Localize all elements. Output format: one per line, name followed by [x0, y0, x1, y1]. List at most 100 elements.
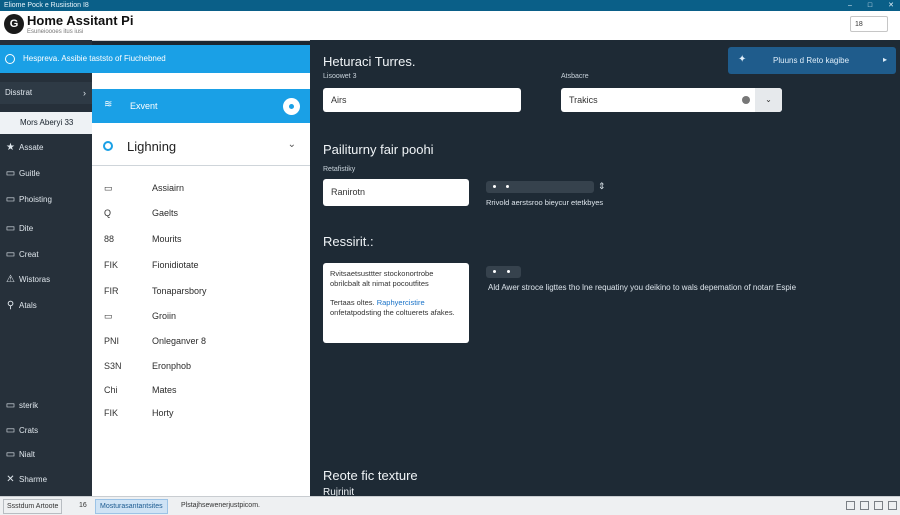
sidebar-item-assate[interactable]: ★ Assate: [0, 137, 92, 159]
window-icon[interactable]: [874, 501, 883, 510]
lighting-label: Lighning: [127, 139, 177, 154]
list-item[interactable]: FIK Horty: [104, 403, 304, 423]
box-icon: ▭: [5, 449, 16, 460]
lighting-dropdown[interactable]: Lighning ⌄: [92, 129, 310, 166]
status-item[interactable]: Ssstdum Artoote: [3, 499, 63, 514]
list-item-label: Groiin: [152, 311, 177, 321]
device-icon: FIK: [104, 408, 119, 418]
chevron-down-icon[interactable]: ⌄: [755, 88, 782, 112]
list-item-label: Mourits: [152, 234, 182, 244]
box-icon: ▭: [5, 223, 16, 234]
section-title: Pailiturny fair poohi: [323, 142, 434, 157]
list-item[interactable]: S3N Eronphob: [104, 356, 304, 376]
device-list-panel: ≋ Exvent Lighning ⌄ ▭ Assiairn Q Gaelts 88…: [92, 73, 310, 496]
action-button[interactable]: ✦ Pluuns d Reto kagibe ▸: [728, 47, 896, 74]
sidebar-item-atals[interactable]: ⚲ Atals: [0, 295, 92, 317]
sidebar-item-sharme[interactable]: ✕ Sharme: [0, 469, 92, 491]
sidebar-item-crats[interactable]: ▭ Crats: [0, 420, 92, 442]
toggle-dot: [507, 270, 510, 273]
radio-toggle-button[interactable]: [283, 98, 300, 115]
sidebar-district-label: Disstrat: [5, 88, 33, 97]
header-select[interactable]: 18: [850, 16, 888, 32]
toggle-pill[interactable]: [486, 266, 521, 278]
circle-icon: [103, 141, 113, 151]
sidebar-item-sterik[interactable]: ▭ sterik: [0, 395, 92, 417]
sidebar-item-creat[interactable]: ▭ Creat: [0, 244, 92, 266]
sidebar-item-guitle[interactable]: ▭ Guitle: [0, 163, 92, 185]
card-text: Tertaas oltes.: [330, 298, 375, 307]
list-item[interactable]: 88 Mourits: [104, 229, 304, 249]
list-item[interactable]: ▭ Groiin: [104, 306, 304, 326]
maximize-icon[interactable]: □: [868, 0, 872, 11]
list-item-label: Onleganver 8: [152, 336, 207, 346]
list-item[interactable]: PNI Onleganver 8: [104, 331, 304, 351]
sidebar-selected-label: Mors Aberyi 33: [20, 118, 74, 127]
star-icon: ★: [6, 142, 15, 153]
device-icon: ▭: [104, 311, 113, 321]
list-item-label: Mates: [152, 385, 177, 395]
box-icon: ▭: [5, 400, 16, 411]
sidebar-item-dite[interactable]: ▭ Dite: [0, 218, 92, 240]
list-item[interactable]: ▭ Assiairn: [104, 178, 304, 198]
sidebar-item-label: Crats: [19, 426, 39, 435]
select-trakics[interactable]: Trakics ⌄: [561, 88, 782, 112]
section-title: Ressirit.:: [323, 234, 374, 249]
status-bar: Ssstdum Artoote 16 Mosturasantantsites P…: [0, 496, 900, 515]
grid-icon: 88: [104, 234, 115, 244]
sidebar-district-toggle[interactable]: Disstrat ›: [0, 82, 92, 104]
sidebar-item-label: Assate: [19, 143, 44, 152]
sidebar-item-label: Creat: [19, 250, 39, 259]
list-item-label: Fionidiotate: [152, 260, 199, 270]
wifi-icon: ≋: [104, 99, 113, 110]
info-icon: [5, 54, 15, 64]
sidebar-item-label: Nialt: [19, 450, 36, 459]
grid-icon[interactable]: [846, 501, 855, 510]
status-tab-active[interactable]: Mosturasantantsites: [95, 499, 168, 514]
notification-banner[interactable]: Hespreva. Assibie taststo of Fiuchebned: [0, 45, 310, 73]
field-caption: Atsbacre: [561, 73, 589, 80]
expand-icon[interactable]: [888, 501, 897, 510]
slider-dot: [506, 185, 509, 188]
status-count: 16: [79, 502, 87, 509]
device-icon: Chi: [104, 385, 118, 395]
card-link[interactable]: Raphyercistire: [377, 298, 425, 307]
sidebar-item-label: Atals: [19, 301, 37, 310]
box-icon: ▭: [5, 194, 16, 205]
search-icon: Q: [104, 208, 112, 218]
device-icon: ▭: [104, 183, 113, 193]
list-item[interactable]: Q Gaelts: [104, 203, 304, 223]
list-item[interactable]: FIR Tonaparsbory: [104, 281, 304, 301]
window-icon[interactable]: [860, 501, 869, 510]
sidebar-item-selected[interactable]: Mors Aberyi 33: [0, 112, 92, 134]
list-item[interactable]: FIK Fionidiotate: [104, 255, 304, 275]
text-input-ranirotn[interactable]: Ranirotn: [323, 179, 469, 206]
card-text-block: Tertaas oltes. Raphyercistire onfetatpod…: [330, 298, 462, 318]
main-content: Heturaci Turres. ✦ Pluuns d Reto kagibe …: [310, 40, 900, 496]
arrow-icon: ▸: [882, 55, 887, 64]
device-icon: FIR: [104, 286, 119, 296]
toggle-dot: [493, 270, 496, 273]
sidebar: Disstrat › Mors Aberyi 33 ★ Assate ▭ Guitl…: [0, 40, 310, 496]
info-card: Rvitsaetsusttter stockonortrobe obrilcba…: [323, 263, 469, 343]
list-item-label: Tonaparsbory: [152, 286, 207, 296]
slider-track[interactable]: [486, 181, 594, 193]
minimize-icon[interactable]: –: [848, 0, 852, 11]
sidebar-item-label: Sharme: [19, 475, 48, 484]
section-title: Heturaci Turres.: [323, 54, 416, 69]
list-item-label: Eronphob: [152, 361, 192, 371]
window-title-bar: Eliome Pock e Rusiistion I8 – □ ✕: [0, 0, 900, 11]
sort-arrows-icon[interactable]: ⇕: [598, 181, 606, 192]
chevron-right-icon: ›: [83, 88, 86, 98]
list-item-label: Horty: [152, 408, 174, 418]
sidebar-item-label: Dite: [19, 224, 34, 233]
sidebar-item-phoisting[interactable]: ▭ Phoisting: [0, 189, 92, 211]
device-icon: PNI: [104, 336, 120, 346]
sidebar-item-nialt[interactable]: ▭ Nialt: [0, 444, 92, 466]
text-input-airs[interactable]: Airs: [323, 88, 521, 112]
sidebar-item-wistoras[interactable]: ⚠ Wistoras: [0, 269, 92, 291]
list-header-event[interactable]: ≋ Exvent: [92, 89, 310, 123]
close-icon[interactable]: ✕: [888, 0, 894, 11]
list-item[interactable]: Chi Mates: [104, 380, 304, 400]
section-title: Reote fic texture: [323, 468, 418, 483]
status-url: Plstajhsewenerjustpicom.: [181, 502, 260, 509]
